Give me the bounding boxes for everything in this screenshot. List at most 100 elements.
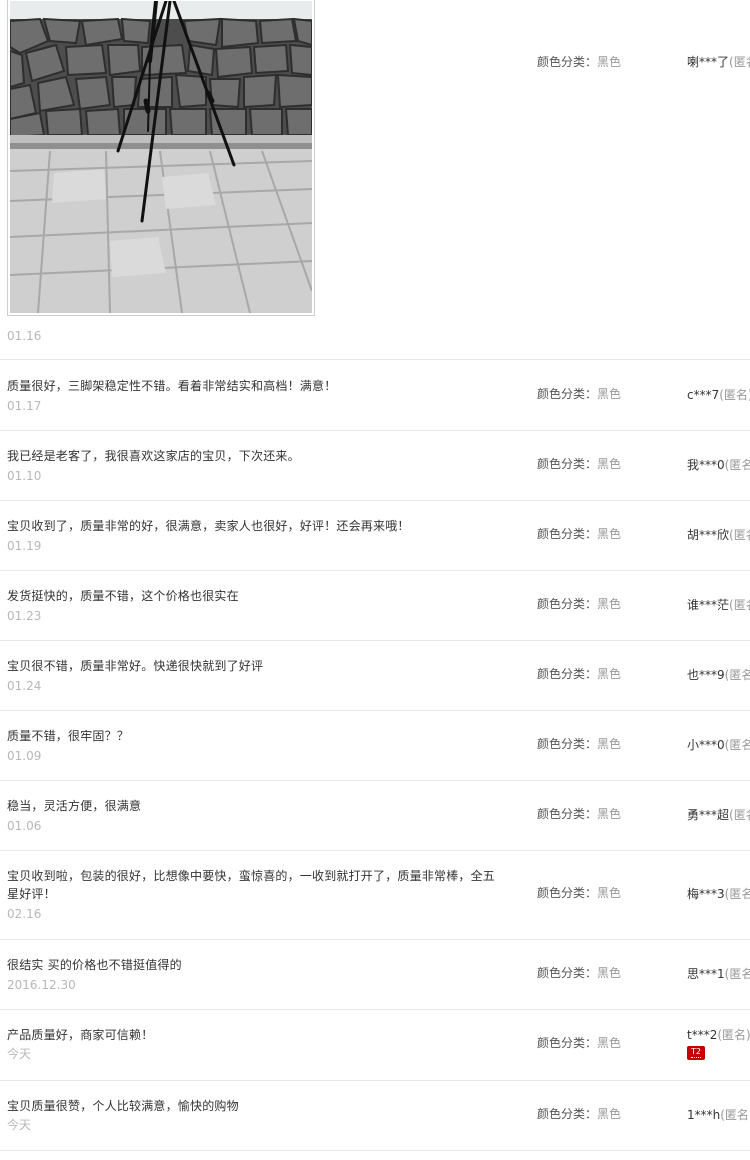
review-date: 01.17: [7, 399, 42, 413]
review-item: 稳当，灵活方便，很满意 01.06 颜色分类：黑色 勇***超(匿名): [0, 780, 750, 851]
review-date: 01.24: [7, 679, 42, 693]
user-nickname: 梅***3: [687, 887, 725, 901]
sku-value: 黑色: [597, 966, 622, 980]
sku-value: 黑色: [597, 55, 622, 69]
review-sku: 颜色分类：黑色: [537, 965, 621, 981]
review-list: 01.16 颜色分类：黑色 喇***了(匿名) 质量很好，三脚架稳定性不错。看着…: [0, 0, 750, 1160]
review-item: 发货挺快的，质量不错，这个价格也很实在 01.23 颜色分类：黑色 谁***茫(…: [0, 570, 750, 641]
user-nickname: 1***h: [687, 1108, 721, 1122]
sku-separator: ：: [585, 55, 598, 69]
user-anonymous-tag: (匿名): [717, 1028, 750, 1042]
sku-value: 黑色: [597, 807, 622, 821]
review-user: 思***1(匿名): [687, 966, 750, 982]
review-user: t***2(匿名): [687, 1027, 750, 1043]
review-text: 宝贝质量很赞，个人比较满意，愉快的购物: [7, 1099, 239, 1113]
review-text: 我已经是老客了，我很喜欢这家店的宝贝，下次还来。: [7, 449, 300, 463]
review-item: 宝贝质量很赞，个人比较满意，愉快的购物 今天 颜色分类：黑色 1***h(匿名): [0, 1080, 750, 1151]
user-anonymous-tag: (匿名): [729, 808, 750, 822]
user-nickname: 小***0: [687, 738, 725, 752]
review-item: 质量不错，很牢固？？ 01.09 颜色分类：黑色 小***0(匿名): [0, 710, 750, 781]
review-sku: 颜色分类：黑色: [537, 1035, 621, 1051]
review-date: 01.19: [7, 539, 42, 553]
review-date: 01.06: [7, 819, 42, 833]
sku-separator: ：: [585, 737, 598, 751]
review-photo-thumbnail[interactable]: [7, 0, 315, 316]
user-nickname: 思***1: [687, 967, 725, 981]
review-item: 我已经是老客了，我很喜欢这家店的宝贝，下次还来。 01.10 颜色分类：黑色 我…: [0, 430, 750, 501]
review-sku: 颜色分类：黑色: [537, 885, 621, 901]
review-date: 02.16: [7, 907, 42, 921]
user-nickname: 喇***了: [687, 55, 730, 69]
review-item: 宝贝很不错，质量非常好。快递很快就到了好评 01.24 颜色分类：黑色 也***…: [0, 640, 750, 711]
review-text: 宝贝很不错，质量非常好。快递很快就到了好评: [7, 659, 264, 673]
sku-separator: ：: [585, 457, 598, 471]
review-text: 产品质量好，商家可信赖！: [7, 1028, 154, 1042]
review-user: 我***0(匿名): [687, 457, 750, 473]
review-text: 质量很好，三脚架稳定性不错。看着非常结实和高档！满意！: [7, 379, 337, 393]
review-text: 很结实 买的价格也不错挺值得的: [7, 958, 182, 972]
review-sku: 颜色分类：黑色: [537, 666, 621, 682]
review-user: 梅***3(匿名): [687, 886, 750, 902]
review-item: 很结实 买的价格也不错挺值得的 2016.12.30 颜色分类：黑色 思***1…: [0, 939, 750, 1010]
sku-value: 黑色: [597, 667, 622, 681]
sku-value: 黑色: [597, 1036, 622, 1050]
review-item: 宝贝收到啦，包装的很好，比想像中要快，蛮惊喜的，一收到就打开了，质量非常棒，全五…: [0, 850, 750, 940]
user-anonymous-tag: (匿名): [724, 668, 750, 682]
review-text: 质量不错，很牢固？？: [7, 729, 130, 743]
member-level-badge-icon: T2: [687, 1046, 705, 1060]
review-sku: 颜色分类：黑色: [537, 54, 621, 70]
review-user: c***7(匿名): [687, 387, 750, 403]
user-anonymous-tag: (匿名): [724, 738, 750, 752]
review-user: 也***9(匿名): [687, 667, 750, 683]
review-item: 质量很好，三脚架稳定性不错。看着非常结实和高档！满意！ 01.17 颜色分类：黑…: [0, 360, 750, 431]
sku-value: 黑色: [597, 457, 622, 471]
sku-value: 黑色: [597, 597, 622, 611]
user-nickname: c***7: [687, 388, 720, 402]
review-date: 01.23: [7, 609, 42, 623]
review-sku: 颜色分类：黑色: [537, 596, 621, 612]
sku-separator: ：: [585, 1036, 598, 1050]
user-anonymous-tag: (匿名): [724, 967, 750, 981]
review-date: 01.16: [7, 329, 42, 343]
review-date: 今天: [7, 1118, 32, 1132]
review-sku: 颜色分类：黑色: [537, 526, 621, 542]
review-text: 宝贝收到啦，包装的很好，比想像中要快，蛮惊喜的，一收到就打开了，质量非常棒，全五…: [7, 869, 496, 901]
review-date: 01.10: [7, 469, 42, 483]
user-anonymous-tag: (匿名): [729, 55, 750, 69]
tripod-photo-image: [10, 1, 312, 313]
sku-value: 黑色: [597, 886, 622, 900]
user-nickname: 胡***欣: [687, 528, 730, 542]
sku-value: 黑色: [597, 737, 622, 751]
sku-separator: ：: [585, 966, 598, 980]
user-anonymous-tag: (匿名): [724, 887, 750, 901]
review-date: 今天: [7, 1047, 32, 1061]
review-sku: 颜色分类：黑色: [537, 386, 621, 402]
review-user: 喇***了(匿名): [687, 54, 750, 70]
sku-label: 颜色分类: [537, 387, 586, 401]
sku-separator: ：: [585, 387, 598, 401]
user-anonymous-tag: (匿名): [720, 1108, 750, 1122]
review-user: 勇***超(匿名): [687, 807, 750, 823]
review-user: 1***h(匿名): [687, 1107, 750, 1123]
user-anonymous-tag: (匿名): [719, 388, 750, 402]
review-sku: 颜色分类：黑色: [537, 1106, 621, 1122]
review-user: 小***0(匿名): [687, 737, 750, 753]
sku-separator: ：: [585, 597, 598, 611]
user-nickname: 勇***超: [687, 808, 730, 822]
review-user: 谁***茫(匿名): [687, 597, 750, 613]
sku-value: 黑色: [597, 387, 622, 401]
sku-separator: ：: [585, 886, 598, 900]
review-date: 01.09: [7, 749, 42, 763]
review-sku: 颜色分类：黑色: [537, 736, 621, 752]
sku-label: 颜色分类: [537, 597, 586, 611]
review-item: 宝贝收到了，质量非常的好，很满意，卖家人也很好，好评！还会再来哦！ 01.19 …: [0, 500, 750, 571]
review-item-with-photo: 01.16 颜色分类：黑色 喇***了(匿名): [0, 0, 750, 360]
user-nickname: 我***0: [687, 458, 725, 472]
sku-separator: ：: [585, 1107, 598, 1121]
review-text: 宝贝收到了，质量非常的好，很满意，卖家人也很好，好评！还会再来哦！: [7, 519, 410, 533]
sku-separator: ：: [585, 807, 598, 821]
user-anonymous-tag: (匿名): [729, 598, 750, 612]
review-text: 稳当，灵活方便，很满意: [7, 799, 142, 813]
sku-separator: ：: [585, 527, 598, 541]
sku-label: 颜色分类: [537, 737, 586, 751]
